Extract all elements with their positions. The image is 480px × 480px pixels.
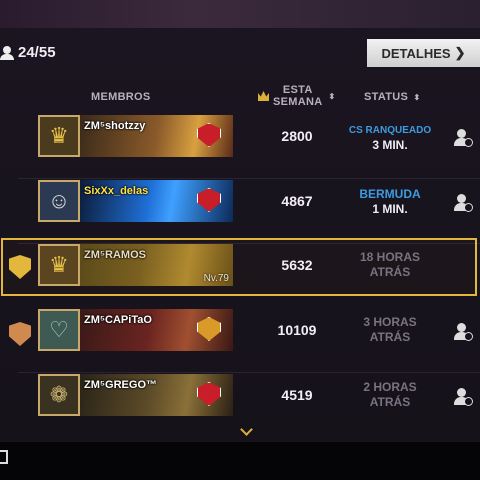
status-line2: 1 MIN. xyxy=(372,202,408,216)
chevron-right-icon: ❯ xyxy=(454,45,466,60)
member-status: 3 HORAS ATRÁS xyxy=(345,315,435,345)
scroll-down-chevron-icon[interactable] xyxy=(240,428,254,436)
member-status: 18 HORAS ATRÁS xyxy=(345,250,435,280)
members-column-header[interactable]: MEMBROS xyxy=(91,91,151,103)
bottom-bar xyxy=(0,442,480,480)
rank-badge-icon xyxy=(197,188,221,212)
status-line2: ATRÁS xyxy=(369,395,411,409)
member-name: ZM⁵CAPiTaO xyxy=(84,314,152,326)
member-banner: SixXx_delas xyxy=(80,180,233,222)
add-friend-button[interactable] xyxy=(453,194,473,214)
member-score: 5632 xyxy=(281,257,313,273)
crown-icon xyxy=(258,91,269,101)
member-name: ZM⁵RAMOS xyxy=(84,249,146,261)
member-banner: ZM⁵GREGO™ xyxy=(80,374,233,416)
member-row-self[interactable]: ♛ ZM⁵RAMOS Nv.79 5632 18 HORAS ATRÁS xyxy=(0,242,480,304)
member-status: 2 HORAS ATRÁS xyxy=(345,380,435,410)
member-count-text: 24/55 xyxy=(18,44,56,61)
member-name: ZM⁵shotzzy xyxy=(84,120,146,132)
member-name: SixXx_delas xyxy=(84,185,149,197)
corner-bracket-icon xyxy=(0,450,8,464)
member-count: 24/55 xyxy=(0,44,56,61)
status-line2: 3 MIN. xyxy=(372,138,408,152)
anime-character-avatar: ☺ xyxy=(38,180,80,222)
member-row[interactable]: ☺ SixXx_delas 4867 BERMUDA 1 MIN. xyxy=(0,178,480,244)
status-column-header[interactable]: STATUS ⬍ xyxy=(364,91,421,103)
add-friend-button[interactable] xyxy=(453,129,473,149)
week-header-line1: ESTA xyxy=(282,84,313,96)
member-name: ZM⁵GREGO™ xyxy=(84,379,157,391)
rank-badge-icon xyxy=(197,123,221,147)
rank-badge-icon xyxy=(197,382,221,406)
week-column-header[interactable]: ESTA SEMANA ⬍ xyxy=(258,84,335,108)
member-row[interactable]: ❁ ZM⁵GREGO™ 4519 2 HORAS ATRÁS xyxy=(0,372,480,434)
details-label: DETALHES xyxy=(381,45,451,61)
member-banner: ZM⁵shotzzy xyxy=(80,115,233,157)
top-bar xyxy=(0,0,480,28)
member-score: 2800 xyxy=(281,128,313,144)
member-row[interactable]: ♡ ZM⁵CAPiTaO 10109 3 HORAS ATRÁS xyxy=(0,307,480,373)
status-line1: CS RANQUEADO xyxy=(348,125,432,136)
person-icon xyxy=(0,45,14,60)
heart-frame-avatar: ♡ xyxy=(38,309,80,351)
rank-badge-icon xyxy=(197,317,221,341)
member-status: CS RANQUEADO 3 MIN. xyxy=(345,122,435,153)
member-score: 4867 xyxy=(281,193,313,209)
member-score: 4519 xyxy=(281,387,313,403)
member-row[interactable]: ♛ ZM⁵shotzzy 2800 CS RANQUEADO 3 MIN. xyxy=(0,113,480,179)
add-friend-button[interactable] xyxy=(453,388,473,408)
sort-icon: ⬍ xyxy=(413,92,421,102)
gold-crown-avatar: ♛ xyxy=(38,115,80,157)
sort-icon: ⬍ xyxy=(328,91,336,101)
member-score: 10109 xyxy=(277,322,317,338)
status-line1: BERMUDA xyxy=(359,187,421,201)
member-status: BERMUDA 1 MIN. xyxy=(345,187,435,217)
add-friend-button[interactable] xyxy=(453,323,473,343)
status-line1: 18 HORAS xyxy=(359,250,421,264)
details-button[interactable]: DETALHES ❯ xyxy=(367,39,480,67)
ornament-avatar: ❁ xyxy=(38,374,80,416)
member-level: Nv.79 xyxy=(203,273,229,284)
week-header-line2: SEMANA xyxy=(273,96,323,108)
status-line1: 2 HORAS xyxy=(363,380,417,394)
status-header-label: STATUS xyxy=(364,91,409,103)
status-line1: 3 HORAS xyxy=(363,315,417,329)
status-line2: ATRÁS xyxy=(369,265,411,279)
status-line2: ATRÁS xyxy=(369,330,411,344)
member-banner: ZM⁵CAPiTaO xyxy=(80,309,233,351)
gold-crown-avatar: ♛ xyxy=(38,244,80,286)
member-banner: ZM⁵RAMOS Nv.79 xyxy=(80,244,233,286)
